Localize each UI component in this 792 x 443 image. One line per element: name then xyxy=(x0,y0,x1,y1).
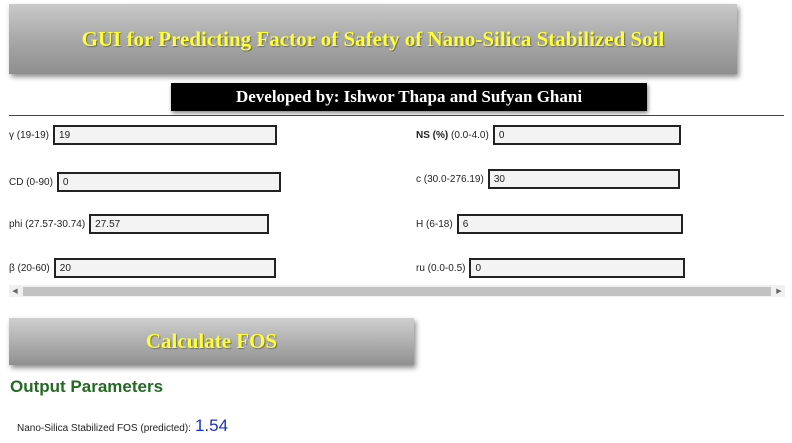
gamma-field: γ (19-19) xyxy=(9,125,278,145)
beta-field: β (20-60) xyxy=(9,258,276,278)
beta-input[interactable] xyxy=(53,258,276,278)
cd-label: CD (0-90) xyxy=(9,176,53,188)
ns-label: NS (%) (0.0-4.0) xyxy=(416,130,489,141)
developer-banner: Developed by: Ishwor Thapa and Sufyan Gh… xyxy=(171,83,647,111)
phi-input[interactable] xyxy=(89,214,270,234)
beta-label: β (20-60) xyxy=(9,262,50,274)
scrollbar-thumb[interactable] xyxy=(23,286,771,296)
horizontal-scrollbar[interactable]: ◀ ▶ xyxy=(9,285,785,297)
fos-output-value: 1.54 xyxy=(194,416,229,435)
developer-credit: Developed by: Ishwor Thapa and Sufyan Gh… xyxy=(235,87,583,106)
phi-field: phi (27.57-30.74) xyxy=(9,214,270,234)
h-input[interactable] xyxy=(456,214,683,234)
c-input[interactable] xyxy=(487,169,680,189)
ru-input[interactable] xyxy=(469,258,686,278)
output-heading: Output Parameters xyxy=(10,377,164,396)
gamma-label: γ (19-19) xyxy=(9,129,50,141)
h-field: H (6-18) xyxy=(416,214,683,234)
c-field: c (30.0-276.19) xyxy=(416,169,680,189)
ns-input[interactable] xyxy=(492,125,681,145)
ns-label-name: NS (%) xyxy=(416,129,449,141)
gamma-input[interactable] xyxy=(53,125,278,145)
fos-output-label: Nano-Silica Stabilized FOS (predicted): xyxy=(17,423,191,434)
app-title: GUI for Predicting Factor of Safety of N… xyxy=(81,26,665,51)
calculate-fos-label: Calculate FOS xyxy=(145,329,278,353)
calculate-fos-button[interactable]: Calculate FOS xyxy=(9,318,414,365)
cd-input[interactable] xyxy=(56,172,281,192)
fos-output-row: Nano-Silica Stabilized FOS (predicted): … xyxy=(17,416,228,436)
scroll-right-icon[interactable]: ▶ xyxy=(773,285,785,297)
phi-label: phi (27.57-30.74) xyxy=(9,218,86,230)
ru-label: ru (0.0-0.5) xyxy=(416,262,466,274)
h-label: H (6-18) xyxy=(416,218,453,230)
app-title-banner: GUI for Predicting Factor of Safety of N… xyxy=(9,4,737,74)
cd-field: CD (0-90) xyxy=(9,172,281,192)
ru-field: ru (0.0-0.5) xyxy=(416,258,686,278)
ns-label-range: (0.0-4.0) xyxy=(451,129,489,141)
scroll-left-icon[interactable]: ◀ xyxy=(9,285,21,297)
divider xyxy=(9,115,784,116)
ns-field: NS (%) (0.0-4.0) xyxy=(416,125,681,145)
c-label: c (30.0-276.19) xyxy=(416,173,484,185)
